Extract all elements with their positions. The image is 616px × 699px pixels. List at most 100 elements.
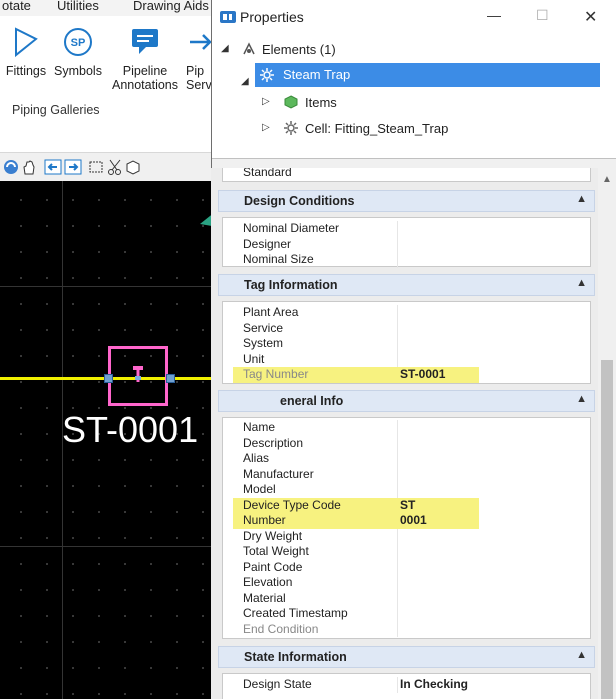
property-row[interactable]: Name bbox=[223, 420, 590, 436]
property-row[interactable]: Alias bbox=[223, 451, 590, 467]
tree-item-steam-trap[interactable]: Steam Trap bbox=[255, 63, 600, 87]
element-tree: ◢ Elements (1) Steam Trap ◢ ▷ Items ▷ Ce… bbox=[212, 34, 616, 158]
tree-item-items[interactable]: ▷ Items bbox=[260, 91, 600, 115]
pipeline-annotations-button[interactable]: Pipeline Annotations bbox=[106, 26, 184, 92]
collapse-chevron-icon[interactable]: ▲ bbox=[576, 193, 587, 205]
section-header-state-information[interactable]: State Information ▲ bbox=[218, 646, 595, 668]
property-row[interactable]: Service bbox=[223, 320, 590, 336]
section-body-general-info: Name Description Alias Manufacturer Mode… bbox=[222, 417, 591, 639]
property-row[interactable]: Dry Weight bbox=[223, 528, 590, 544]
maximize-icon[interactable]: ☐ bbox=[536, 7, 549, 24]
scroll-thumb[interactable] bbox=[601, 360, 613, 699]
grid-line bbox=[0, 286, 212, 287]
property-key: Unit bbox=[243, 351, 265, 366]
copy-view-icon[interactable] bbox=[88, 158, 106, 176]
symbols-button[interactable]: SP Symbols bbox=[52, 26, 104, 78]
section-body-tag-information: Plant Area Service System Unit Tag Numbe… bbox=[222, 301, 591, 384]
connection-port[interactable] bbox=[104, 374, 113, 383]
collapse-icon[interactable]: ◢ bbox=[221, 43, 229, 54]
ribbon-spacer bbox=[0, 122, 212, 152]
section-header-tag-information[interactable]: Tag Information ▲ bbox=[218, 274, 595, 296]
collapse-icon[interactable]: ◢ bbox=[241, 76, 249, 87]
property-key: Manufacturer bbox=[243, 466, 314, 481]
properties-titlebar[interactable]: Properties — ☐ ✕ bbox=[212, 0, 616, 34]
symbols-label: Symbols bbox=[54, 64, 102, 78]
cell-gear-icon bbox=[284, 121, 298, 135]
property-row[interactable]: Plant Area bbox=[223, 305, 590, 321]
next-view-icon[interactable] bbox=[64, 158, 82, 176]
property-row[interactable]: Description bbox=[223, 435, 590, 451]
property-key: Elevation bbox=[243, 575, 293, 589]
minimize-icon[interactable]: — bbox=[487, 7, 501, 23]
property-scrollbar[interactable]: ▲ bbox=[598, 168, 616, 699]
section-header-general-info[interactable]: eneral Info ▲ bbox=[218, 390, 595, 412]
items-icon bbox=[284, 95, 298, 109]
menu-item-rotate[interactable]: otate bbox=[2, 0, 31, 13]
piping-galleries-group-label: Piping Galleries bbox=[12, 103, 100, 117]
piping-services-label: Pip Serv bbox=[186, 64, 212, 92]
tree-item-label: Steam Trap bbox=[283, 67, 351, 82]
property-key: Device Type Code bbox=[243, 497, 341, 512]
property-row[interactable]: End Condition bbox=[223, 621, 590, 637]
menu-item-drawing-aids[interactable]: Drawing Aids bbox=[133, 0, 209, 13]
property-row[interactable]: Material bbox=[223, 590, 590, 606]
scissors-icon[interactable] bbox=[106, 158, 124, 176]
view-toolbar bbox=[0, 152, 212, 182]
properties-title: Properties bbox=[240, 9, 304, 25]
annotation-icon bbox=[132, 29, 158, 54]
box-view-icon[interactable] bbox=[124, 158, 142, 176]
steam-trap-glyph bbox=[133, 366, 143, 382]
connection-port[interactable] bbox=[166, 374, 175, 383]
menu-item-utilities[interactable]: Utilities bbox=[57, 0, 99, 13]
tree-item-elements[interactable]: ◢ Elements (1) bbox=[212, 38, 616, 62]
grid-line bbox=[0, 546, 212, 547]
property-row-highlighted[interactable]: Device Type Code ST bbox=[233, 497, 479, 513]
tree-item-label: Items bbox=[305, 95, 337, 110]
tag-annotation[interactable]: ST-0001 bbox=[62, 409, 198, 451]
expand-icon[interactable]: ▷ bbox=[262, 122, 270, 133]
app-logo-icon bbox=[220, 11, 236, 23]
property-row[interactable]: Standard bbox=[223, 168, 590, 181]
scroll-up-icon[interactable]: ▲ bbox=[602, 174, 612, 185]
property-value[interactable]: ST-0001 bbox=[400, 367, 445, 381]
property-row[interactable]: Manufacturer bbox=[223, 466, 590, 482]
property-key: Nominal Size bbox=[243, 252, 314, 266]
drawing-canvas[interactable]: ST-0001 bbox=[0, 181, 212, 699]
previous-view-icon[interactable] bbox=[44, 158, 62, 176]
property-row[interactable]: Created Timestamp bbox=[223, 606, 590, 622]
property-key: Dry Weight bbox=[243, 528, 303, 543]
pan-hand-icon[interactable] bbox=[20, 158, 38, 176]
property-row-highlighted[interactable]: Number 0001 bbox=[233, 513, 479, 529]
property-row[interactable]: Unit bbox=[223, 351, 590, 367]
property-value[interactable]: In Checking bbox=[400, 677, 468, 691]
property-row[interactable]: Nominal Diameter bbox=[223, 221, 590, 237]
property-value[interactable]: 0001 bbox=[400, 513, 427, 527]
collapse-chevron-icon[interactable]: ▲ bbox=[576, 277, 587, 289]
property-key: Model bbox=[243, 482, 276, 496]
collapse-chevron-icon[interactable]: ▲ bbox=[576, 649, 587, 661]
view-rotate-icon[interactable] bbox=[2, 158, 20, 176]
property-row[interactable]: Elevation bbox=[223, 575, 590, 591]
pipeline-annotations-label: Pipeline Annotations bbox=[111, 64, 179, 92]
property-row[interactable]: Total Weight bbox=[223, 544, 590, 560]
property-key: Description bbox=[243, 435, 304, 450]
property-row[interactable]: Model bbox=[223, 482, 590, 498]
property-key: Paint Code bbox=[243, 559, 303, 574]
property-value[interactable]: ST bbox=[400, 498, 415, 512]
fittings-button[interactable]: Fittings bbox=[4, 26, 48, 78]
property-key: Service bbox=[243, 320, 284, 335]
expand-icon[interactable]: ▷ bbox=[262, 96, 270, 107]
property-row-highlighted[interactable]: Tag Number ST-0001 bbox=[233, 367, 479, 383]
property-key: Alias bbox=[243, 451, 270, 465]
property-row[interactable]: Paint Code bbox=[223, 559, 590, 575]
section-body-state-information: Design State In Checking bbox=[222, 673, 591, 699]
section-header-design-conditions[interactable]: Design Conditions ▲ bbox=[218, 190, 595, 212]
property-row[interactable]: System bbox=[223, 336, 590, 352]
property-row[interactable]: Design State In Checking bbox=[223, 677, 590, 693]
tree-item-label: Cell: Fitting_Steam_Trap bbox=[305, 121, 449, 136]
close-icon[interactable]: ✕ bbox=[584, 7, 597, 27]
property-row[interactable]: Nominal Size bbox=[223, 252, 590, 268]
property-row[interactable]: Designer bbox=[223, 236, 590, 252]
tree-item-cell[interactable]: ▷ Cell: Fitting_Steam_Trap bbox=[260, 117, 600, 141]
collapse-chevron-icon[interactable]: ▲ bbox=[576, 393, 587, 405]
